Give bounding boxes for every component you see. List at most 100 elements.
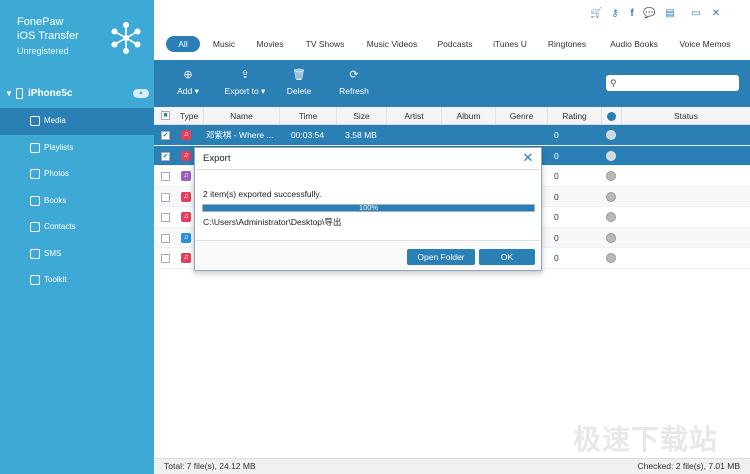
dialog-title: Export — [203, 153, 231, 164]
ok-button[interactable]: OK — [479, 249, 535, 265]
cell-rating: 0 — [554, 253, 559, 263]
column-rating[interactable]: Rating — [547, 107, 601, 125]
sidebar-item-label: Playlists — [44, 142, 74, 152]
media-type-icon: ♫ — [181, 253, 191, 263]
cell-time: 00:03:54 — [290, 130, 325, 140]
cell-rating: 0 — [554, 191, 559, 202]
caret-down-icon[interactable]: ▼ — [5, 89, 13, 98]
column-icloud[interactable] — [601, 107, 621, 125]
device-name: iPhone5c — [28, 88, 73, 99]
column-artist[interactable]: Artist — [386, 107, 441, 125]
toolbar: ⊕ Add ▾ ⇪ Export to ▾ 🗑 Delete ⟳ Refresh… — [154, 60, 750, 107]
contacts-icon — [30, 222, 40, 232]
row-checkbox[interactable] — [161, 192, 170, 202]
sidebar-item-media[interactable]: Media — [0, 108, 154, 135]
itunes-disc-icon — [606, 130, 616, 140]
chat-icon[interactable]: 💬 — [643, 8, 655, 20]
search-input[interactable]: ⚲ — [606, 75, 739, 91]
select-all-checkbox[interactable]: ■ — [161, 111, 170, 120]
minimize-icon[interactable]: ▭ — [690, 8, 702, 20]
sidebar-nav: Media Playlists Photos Books Contacts SM… — [0, 108, 154, 294]
column-status[interactable]: Status — [621, 107, 750, 125]
plus-circle-icon: ⊕ — [183, 69, 193, 81]
tab-music[interactable]: Music — [208, 36, 240, 52]
registration-status: Unregistered — [17, 46, 69, 56]
row-checkbox[interactable] — [161, 254, 170, 263]
cart-icon[interactable]: 🛒 — [590, 8, 602, 20]
row-checkbox[interactable]: ✔ — [161, 131, 170, 140]
column-album[interactable]: Album — [441, 107, 495, 125]
itunes-disc-icon — [606, 150, 616, 161]
tab-music-videos[interactable]: Music Videos — [362, 36, 422, 52]
sidebar-item-books[interactable]: Books — [0, 188, 154, 215]
photo-icon — [30, 169, 40, 179]
table-row[interactable]: ✔ ♫ 邓紫棋 - Where ... 00:03:54 3.58 MB 0 — [154, 125, 750, 146]
sidebar: FonePaw iOS Transfer Unregistered ▼ iPho… — [0, 0, 154, 474]
export-label: Export to ▾ — [224, 86, 266, 96]
tab-voice-memos[interactable]: Voice Memos — [674, 36, 736, 52]
table-header: ■ Type Name Time Size Artist Album Genre… — [154, 107, 750, 125]
open-folder-button[interactable]: Open Folder — [407, 249, 475, 265]
tab-itunes-u[interactable]: iTunes U — [488, 36, 532, 52]
itunes-disc-icon — [606, 212, 616, 222]
key-icon[interactable]: ⚷ — [609, 8, 621, 20]
row-checkbox[interactable] — [161, 213, 170, 222]
sidebar-item-label: Toolkit — [44, 275, 67, 284]
device-row[interactable]: ▼ iPhone5c ▲ — [0, 84, 154, 104]
row-checkbox[interactable] — [161, 233, 170, 243]
eject-button[interactable]: ▲ — [133, 89, 149, 98]
snowflake-logo-icon — [111, 22, 141, 54]
phone-icon — [16, 88, 23, 99]
search-icon: ⚲ — [610, 78, 617, 88]
refresh-icon: ⟳ — [349, 69, 359, 81]
sidebar-item-playlists[interactable]: Playlists — [0, 135, 154, 162]
progress-label: 100% — [358, 203, 379, 212]
toolkit-icon — [30, 275, 40, 285]
column-genre[interactable]: Genre — [495, 107, 547, 125]
media-type-icon: ♫ — [181, 171, 191, 181]
add-button[interactable]: ⊕ Add ▾ — [168, 68, 208, 100]
cell-rating: 0 — [554, 212, 559, 222]
column-time[interactable]: Time — [279, 107, 336, 125]
itunes-disc-icon — [606, 191, 616, 202]
delete-button[interactable]: 🗑 Delete — [280, 68, 318, 100]
close-window-icon[interactable]: ✕ — [710, 8, 722, 20]
sidebar-item-sms[interactable]: SMS — [0, 241, 154, 268]
tab-podcasts[interactable]: Podcasts — [433, 36, 477, 52]
itunes-disc-icon — [606, 253, 616, 263]
book-icon — [30, 195, 40, 206]
app-name-line2: iOS Transfer — [17, 30, 79, 42]
sidebar-item-toolkit[interactable]: Toolkit — [0, 267, 154, 294]
sidebar-item-label: Contacts — [44, 222, 76, 231]
facebook-icon[interactable]: f — [626, 8, 638, 20]
cell-rating: 0 — [554, 130, 559, 140]
top-bar: 🛒 ⚷ f 💬 ▤ ▭ ✕ All Music Movies TV Shows … — [154, 0, 750, 60]
refresh-button[interactable]: ⟳ Refresh — [334, 68, 374, 100]
watermark: 极速下载站 — [573, 423, 719, 456]
cell-rating: 0 — [554, 171, 559, 181]
column-name[interactable]: Name — [203, 107, 279, 125]
tab-tv-shows[interactable]: TV Shows — [300, 36, 350, 52]
menu-icon[interactable]: ▤ — [664, 8, 676, 20]
export-button[interactable]: ⇪ Export to ▾ — [218, 68, 272, 100]
close-icon[interactable]: ✕ — [521, 151, 535, 165]
tab-all[interactable]: All — [166, 36, 200, 52]
tab-movies[interactable]: Movies — [252, 36, 288, 52]
row-checkbox[interactable] — [161, 172, 170, 181]
tab-audio-books[interactable]: Audio Books — [602, 36, 666, 52]
sidebar-item-contacts[interactable]: Contacts — [0, 214, 154, 241]
cell-rating: 0 — [554, 232, 559, 243]
tab-ringtones[interactable]: Ringtones — [543, 36, 591, 52]
media-type-icon: ♫ — [181, 150, 191, 161]
column-size[interactable]: Size — [336, 107, 386, 125]
row-checkbox[interactable]: ✔ — [161, 151, 170, 161]
cell-name: 邓紫棋 - Where ... — [206, 130, 274, 140]
checked-files: Checked: 2 file(s), 7.01 MB — [637, 461, 740, 471]
export-dialog: Export ✕ 2 item(s) exported successfully… — [194, 147, 542, 271]
delete-label: Delete — [286, 86, 312, 96]
media-type-icon: ♫ — [181, 212, 191, 222]
media-type-icon: ♫ — [181, 232, 191, 243]
export-icon: ⇪ — [240, 69, 250, 81]
column-type[interactable]: Type — [175, 107, 203, 125]
sidebar-item-photos[interactable]: Photos — [0, 161, 154, 188]
